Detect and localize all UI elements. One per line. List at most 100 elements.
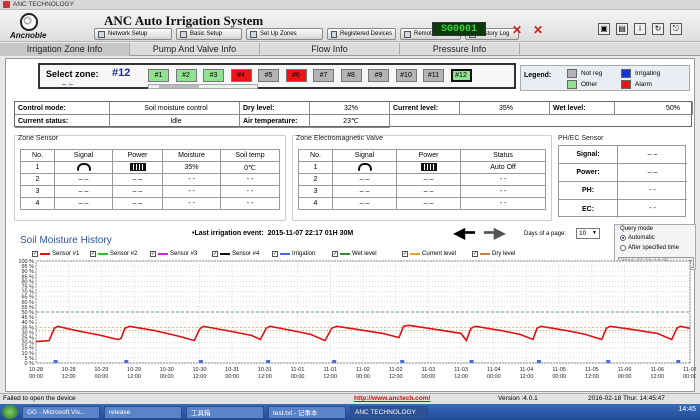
zone-button[interactable]: #9 [368, 69, 389, 82]
cell: 4 [20, 197, 55, 210]
current-level-label: Current level: [390, 102, 460, 115]
tab-pressure-info[interactable]: Pressure Info [400, 43, 520, 56]
taskbar-item[interactable]: release [104, 405, 182, 419]
nav-button[interactable]: Registered Devices [327, 28, 396, 40]
alarm-off-icon[interactable]: ✕ [533, 23, 543, 37]
screenshot-icon[interactable]: ▣ [598, 23, 610, 35]
next-page-arrow-icon[interactable]: ━▶ [484, 226, 506, 242]
zone-button[interactable]: #10 [395, 69, 417, 82]
table-header-row: No. Signal Power Moisture Soil temp [20, 149, 280, 162]
zone-button[interactable]: #4 [230, 69, 252, 82]
radio-after-specified-time[interactable] [620, 245, 626, 251]
cell: – – [332, 185, 397, 198]
radio-automatic[interactable] [620, 235, 626, 241]
start-button[interactable] [2, 405, 18, 419]
phec-value: – – [617, 145, 687, 164]
zone-button[interactable]: #2 [175, 69, 197, 82]
table-row: 4 – – – – - - [298, 197, 546, 210]
irrigation-marker [266, 359, 271, 363]
col-header: Power [396, 149, 461, 162]
save-icon[interactable]: ▤ [616, 23, 628, 35]
legend-swatch-irrigating [621, 69, 631, 78]
zone-button[interactable]: #8 [340, 69, 362, 82]
devices-icon [331, 30, 337, 38]
app-icon [3, 1, 10, 8]
website-link[interactable]: http://www.anctech.com/ [354, 395, 430, 402]
control-mode-value: Soil moisture control [110, 102, 240, 115]
control-mode-label: Control mode: [15, 102, 110, 115]
zone-button[interactable]: #12 [450, 69, 472, 82]
nav-button[interactable]: Set Up Zones [246, 28, 323, 40]
legend-label: Other [581, 81, 598, 88]
taskbar: GG - Microsoft Vis... release 工具箱 test.t… [0, 404, 700, 420]
irrigation-marker [536, 359, 541, 363]
cell [54, 161, 113, 174]
cell [112, 161, 163, 174]
x-tick-label: 11-06 [650, 367, 664, 373]
taskbar-item[interactable]: 工具箱 [186, 405, 264, 419]
legend-label: Irrigating [635, 70, 661, 77]
status-message: Failed to open the device [3, 395, 76, 402]
current-status-label: Current status: [15, 115, 110, 128]
x-tick-label: 00:00 [356, 374, 370, 380]
wet-level-value: 50% [615, 102, 693, 115]
zone-button[interactable]: #3 [203, 69, 224, 82]
signal-icon [357, 162, 372, 171]
x-tick-label: 00:00 [225, 374, 239, 380]
tab-pump-and-valve-info[interactable]: Pump And Valve Info [130, 43, 260, 56]
zone-button[interactable]: #7 [313, 69, 334, 82]
exit-icon[interactable]: ⎋ [670, 23, 682, 35]
irrigation-marker [124, 359, 129, 363]
prev-page-arrow-icon[interactable]: ◀━ [453, 226, 475, 242]
x-tick-label: 11-02 [356, 367, 370, 373]
nav-button-label: Registered Devices [339, 31, 392, 37]
nav-button[interactable]: Network Setup [94, 28, 172, 40]
info-icon[interactable]: i [634, 23, 646, 35]
x-tick-label: 10-30 [160, 367, 174, 373]
cell: - - [162, 197, 221, 210]
cell: – – [396, 197, 461, 210]
days-per-page-select[interactable]: 10 ▼ [576, 228, 600, 239]
x-tick-label: 11-06 [618, 367, 632, 373]
cell: – – [54, 197, 113, 210]
x-tick-label: 11-05 [552, 367, 566, 373]
x-tick-label: 11-01 [291, 367, 305, 373]
battery-icon [129, 162, 146, 171]
refresh-icon[interactable]: ↻ [652, 23, 664, 35]
zone-button[interactable]: #11 [423, 69, 444, 82]
nav-button[interactable]: Basic Setup [176, 28, 242, 40]
gear-icon [180, 30, 187, 38]
cell: 0℃ [220, 161, 280, 174]
disconnect-icon[interactable]: ✕ [512, 23, 522, 37]
zone-scrollbar[interactable] [148, 84, 258, 89]
taskbar-clock: 14:45 [678, 406, 696, 413]
x-tick-label: 11-05 [585, 367, 599, 373]
x-tick-label: 00:00 [487, 374, 501, 380]
zone-button[interactable]: #1 [148, 69, 169, 82]
x-tick-label: 11-03 [422, 367, 436, 373]
tab-flow-info[interactable]: Flow Info [260, 43, 400, 56]
col-header: No. [20, 149, 55, 162]
zone-status-grid: Control mode: Soil moisture control Dry … [14, 101, 693, 128]
tab-irrigation-zone-info[interactable]: Irrigation Zone Info [0, 43, 130, 56]
taskbar-item[interactable]: ANC TECHNOLOGY [350, 405, 428, 419]
x-tick-label: 10-30 [192, 367, 206, 373]
table-header-row: No. Signal Power Status [298, 149, 546, 162]
cell: – – [112, 185, 163, 198]
taskbar-item[interactable]: test.txt - 记事本 [268, 405, 346, 419]
zone-sensor-title: Zone Sensor [18, 135, 59, 142]
cell: – – [332, 197, 397, 210]
cell: - - [460, 173, 546, 186]
zone-button[interactable]: #5 [258, 69, 279, 82]
dry-level-value: 32% [310, 102, 390, 115]
legend-swatch-other [567, 80, 577, 89]
selected-zone-value: #12 [112, 67, 131, 79]
zones-icon [250, 30, 257, 38]
x-tick-label: 00:00 [95, 374, 109, 380]
irrigation-marker [676, 359, 681, 363]
phec-label: PH: [581, 187, 595, 194]
zone-button[interactable]: #6 [285, 69, 307, 82]
cell: 2 [20, 173, 55, 186]
taskbar-item[interactable]: GG - Microsoft Vis... [22, 405, 100, 419]
irrigation-marker [606, 359, 611, 363]
